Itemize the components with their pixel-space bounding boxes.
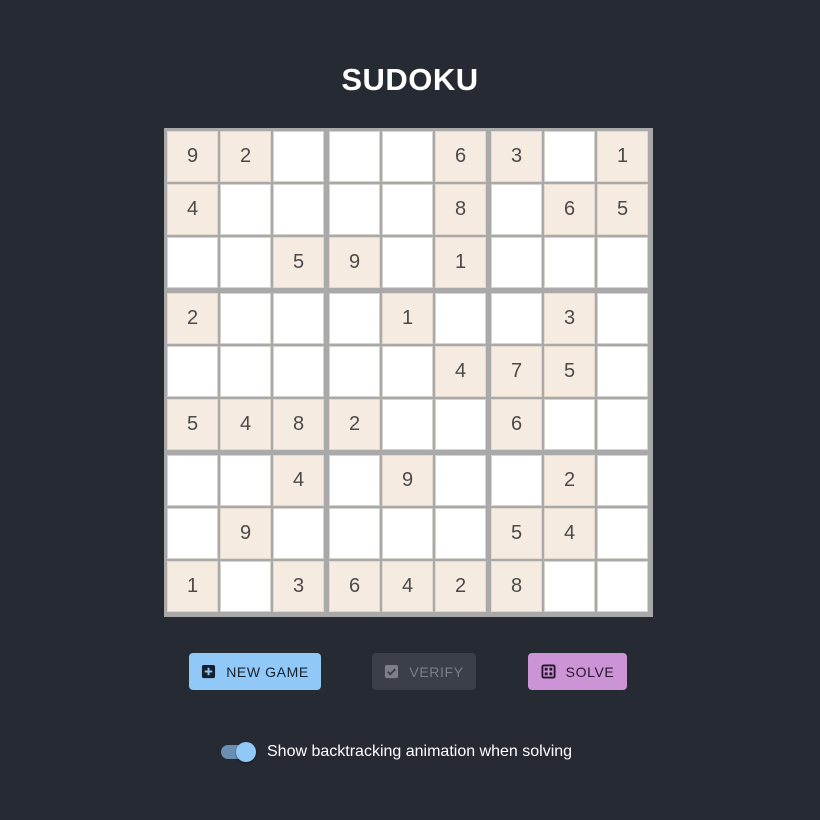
- sudoku-cell[interactable]: [382, 346, 433, 397]
- sudoku-cell[interactable]: 9: [167, 131, 218, 182]
- verify-label: VERIFY: [409, 663, 464, 680]
- sudoku-cell[interactable]: [273, 184, 324, 235]
- new-game-label: NEW GAME: [226, 663, 309, 680]
- sudoku-cell[interactable]: [382, 131, 433, 182]
- sudoku-cell[interactable]: 6: [544, 184, 595, 235]
- sudoku-cell[interactable]: 8: [435, 184, 486, 235]
- sudoku-cell[interactable]: 8: [273, 399, 324, 450]
- sudoku-cell[interactable]: [329, 293, 380, 344]
- sudoku-cell[interactable]: [597, 455, 648, 506]
- sudoku-cell[interactable]: 1: [435, 237, 486, 288]
- sudoku-cell[interactable]: [491, 237, 542, 288]
- sudoku-cell[interactable]: 8: [491, 561, 542, 612]
- page-title: SUDOKU: [341, 62, 479, 97]
- sudoku-app: SUDOKU 926314865591213475548264929541364…: [0, 0, 820, 820]
- sudoku-cell[interactable]: 2: [220, 131, 271, 182]
- sudoku-cell[interactable]: 5: [491, 508, 542, 559]
- sudoku-cell[interactable]: [597, 237, 648, 288]
- sudoku-cell[interactable]: [220, 184, 271, 235]
- sudoku-cell[interactable]: 9: [220, 508, 271, 559]
- sudoku-cell[interactable]: [329, 508, 380, 559]
- sudoku-cell[interactable]: 6: [329, 561, 380, 612]
- sudoku-cell[interactable]: 4: [220, 399, 271, 450]
- sudoku-cell[interactable]: [167, 508, 218, 559]
- sudoku-cell[interactable]: [329, 184, 380, 235]
- sudoku-cell[interactable]: 1: [382, 293, 433, 344]
- sudoku-cell[interactable]: 4: [167, 184, 218, 235]
- sudoku-cell[interactable]: 2: [435, 561, 486, 612]
- sudoku-cell[interactable]: [544, 237, 595, 288]
- solve-button[interactable]: SOLVE: [528, 653, 627, 690]
- sudoku-cell[interactable]: [382, 184, 433, 235]
- sudoku-cell[interactable]: [435, 455, 486, 506]
- verify-button[interactable]: VERIFY: [372, 653, 476, 690]
- sudoku-cell[interactable]: 5: [544, 346, 595, 397]
- sudoku-cell[interactable]: [220, 455, 271, 506]
- plus-box-icon: [202, 664, 216, 679]
- sudoku-cell[interactable]: 5: [167, 399, 218, 450]
- sudoku-cell[interactable]: [544, 131, 595, 182]
- sudoku-cell[interactable]: [597, 346, 648, 397]
- sudoku-cell[interactable]: 2: [167, 293, 218, 344]
- sudoku-cell[interactable]: 3: [544, 293, 595, 344]
- sudoku-cell[interactable]: [435, 508, 486, 559]
- animation-toggle[interactable]: [220, 740, 258, 764]
- sudoku-cell[interactable]: [597, 293, 648, 344]
- sudoku-cell[interactable]: [382, 237, 433, 288]
- sudoku-cell[interactable]: 3: [491, 131, 542, 182]
- sudoku-cell[interactable]: [491, 455, 542, 506]
- solve-label: SOLVE: [565, 663, 615, 680]
- sudoku-cell[interactable]: 9: [382, 455, 433, 506]
- sudoku-cell[interactable]: [382, 399, 433, 450]
- sudoku-cell[interactable]: [220, 237, 271, 288]
- sudoku-cell[interactable]: [382, 508, 433, 559]
- sudoku-cell[interactable]: [597, 508, 648, 559]
- sudoku-cell[interactable]: [273, 131, 324, 182]
- sudoku-cell[interactable]: 7: [491, 346, 542, 397]
- sudoku-cell[interactable]: [491, 184, 542, 235]
- sudoku-cell[interactable]: [329, 455, 380, 506]
- sudoku-cell[interactable]: 5: [273, 237, 324, 288]
- animation-toggle-label[interactable]: Show backtracking animation when solving: [267, 740, 572, 764]
- sudoku-cell[interactable]: 5: [597, 184, 648, 235]
- checkbox-icon: [385, 664, 399, 679]
- sudoku-cell[interactable]: [435, 399, 486, 450]
- sudoku-cell[interactable]: [273, 293, 324, 344]
- sudoku-cell[interactable]: 4: [544, 508, 595, 559]
- sudoku-cell[interactable]: [220, 293, 271, 344]
- sudoku-cell[interactable]: 1: [597, 131, 648, 182]
- sudoku-cell[interactable]: [167, 455, 218, 506]
- sudoku-cell[interactable]: [273, 508, 324, 559]
- sudoku-cell[interactable]: 4: [273, 455, 324, 506]
- sudoku-cell[interactable]: 2: [329, 399, 380, 450]
- sudoku-cell[interactable]: [597, 561, 648, 612]
- new-game-button[interactable]: NEW GAME: [189, 653, 321, 690]
- sudoku-cell[interactable]: [435, 293, 486, 344]
- grid-solve-icon: [541, 664, 556, 679]
- sudoku-cell[interactable]: 4: [382, 561, 433, 612]
- sudoku-cell[interactable]: 6: [491, 399, 542, 450]
- sudoku-cell[interactable]: 6: [435, 131, 486, 182]
- sudoku-cell[interactable]: [167, 346, 218, 397]
- sudoku-cell[interactable]: [220, 346, 271, 397]
- toggle-thumb: [236, 742, 256, 762]
- sudoku-cell[interactable]: [329, 346, 380, 397]
- sudoku-board: 92631486559121347554826492954136428: [164, 128, 653, 617]
- sudoku-cell[interactable]: 2: [544, 455, 595, 506]
- sudoku-cell[interactable]: 3: [273, 561, 324, 612]
- sudoku-cell[interactable]: [491, 293, 542, 344]
- sudoku-cell[interactable]: 1: [167, 561, 218, 612]
- sudoku-cell[interactable]: 4: [435, 346, 486, 397]
- sudoku-cell[interactable]: [597, 399, 648, 450]
- sudoku-cell[interactable]: [273, 346, 324, 397]
- sudoku-cell[interactable]: [220, 561, 271, 612]
- sudoku-cell[interactable]: [167, 237, 218, 288]
- sudoku-cell[interactable]: [544, 399, 595, 450]
- sudoku-cell[interactable]: 9: [329, 237, 380, 288]
- sudoku-cell[interactable]: [329, 131, 380, 182]
- animation-option: Show backtracking animation when solving: [220, 740, 572, 764]
- sudoku-cell[interactable]: [544, 561, 595, 612]
